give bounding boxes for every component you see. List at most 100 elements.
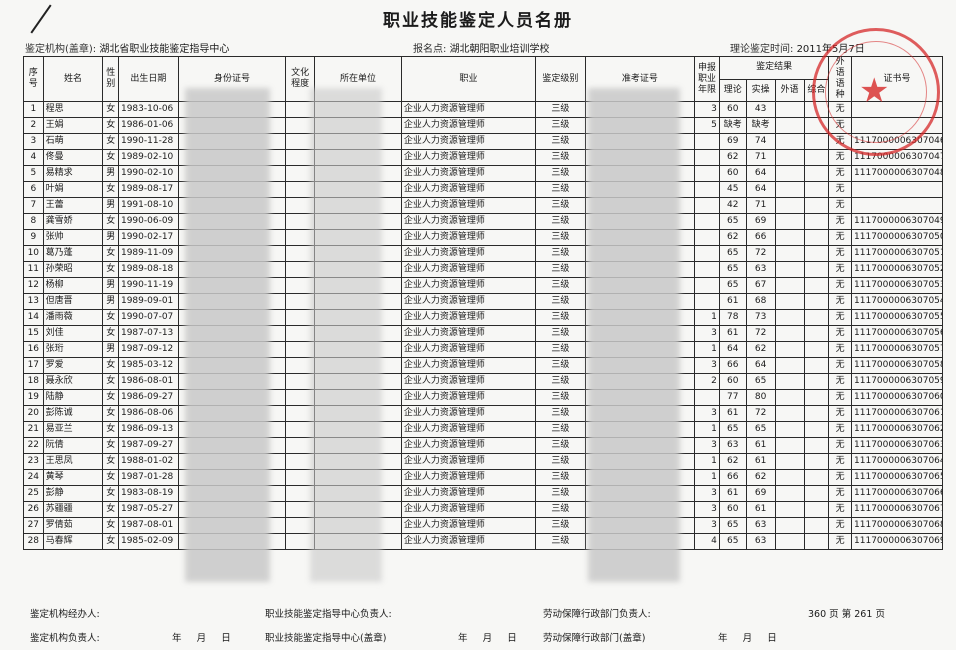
cell-years: [694, 213, 720, 230]
cell-seq: 25: [23, 485, 44, 502]
cell-years: [694, 165, 720, 182]
cell-empty: [803, 421, 830, 438]
cell-level: 三级: [535, 421, 586, 438]
date-year: 年: [172, 633, 182, 644]
cell-occ: 企业人力资源管理师: [400, 149, 537, 166]
cell-theory: 65: [718, 517, 747, 534]
cell-empty: [803, 245, 830, 262]
cell-seq: 10: [23, 245, 44, 262]
cell-dob: 1989-08-18: [117, 261, 179, 278]
col-dob: 出生日期: [117, 56, 179, 102]
cell-practice: 74: [745, 133, 776, 150]
cell-gender: 女: [102, 517, 119, 534]
cell-level: 三级: [535, 453, 586, 470]
cell-empty: [774, 293, 805, 310]
cell-name: 王娟: [42, 117, 104, 134]
cell-empty: [774, 101, 805, 118]
cell-dob: 1990-11-28: [117, 133, 179, 150]
cell-empty: [803, 341, 830, 358]
date-day: 日: [507, 633, 517, 644]
cell-occ: 企业人力资源管理师: [400, 517, 537, 534]
col-results: 鉴定结果: [718, 56, 830, 80]
cell-level: 三级: [535, 229, 586, 246]
cell-lang-type: 无: [828, 277, 853, 294]
cell-practice: 63: [745, 517, 776, 534]
cell-gender: 女: [102, 437, 119, 454]
cell-dob: 1989-02-10: [117, 149, 179, 166]
cell-years: [694, 261, 720, 278]
cell-empty: [774, 165, 805, 182]
cell-level: 三级: [535, 245, 586, 262]
cell-years: 3: [694, 501, 720, 518]
table-row: 25 彭静女 1983-08-19 企业人力资源管理师 三级 3 61 69 无 11170000…: [23, 485, 943, 502]
cell-practice: 69: [745, 485, 776, 502]
cell-level: 三级: [535, 405, 586, 422]
cell-lang-type: 无: [828, 197, 853, 214]
table-row: 28 马春辉女 1985-02-09 企业人力资源管理师 三级 4 65 63 无 1117000…: [23, 533, 943, 550]
cell-practice: 61: [745, 501, 776, 518]
table-row: 6 叶娟女 1989-08-17 企业人力资源管理师 三级 45 64 无: [23, 181, 943, 198]
cell-empty: [774, 517, 805, 534]
cell-name: 黄琴: [42, 469, 104, 486]
cell-occ: 企业人力资源管理师: [400, 261, 537, 278]
cell-practice: 68: [745, 293, 776, 310]
cell-dob: 1990-11-19: [117, 277, 179, 294]
table-row: 8 龚雪娇女 1990-06-09 企业人力资源管理师 三级 65 69 无 111700000…: [23, 213, 943, 230]
cell-lang-type: 无: [828, 229, 853, 246]
cell-level: 三级: [535, 517, 586, 534]
cell-empty: [803, 469, 830, 486]
cell-seq: 27: [23, 517, 44, 534]
cell-years: [694, 389, 720, 406]
date-month: 月: [742, 633, 753, 644]
cell-name: 潘雨薇: [42, 309, 104, 326]
table-row: 4 佟曼女 1989-02-10 企业人力资源管理师 三级 62 71 无 1117000006…: [23, 149, 943, 166]
cell-years: 5: [694, 117, 720, 134]
cell-empty: [774, 469, 805, 486]
page-number: 261: [854, 609, 873, 620]
cell-dob: 1985-03-12: [117, 357, 179, 374]
cell-level: 三级: [535, 181, 586, 198]
cell-name: 石萌: [42, 133, 104, 150]
cell-name: 罗倩茹: [42, 517, 104, 534]
cell-theory: 61: [718, 405, 747, 422]
cell-seq: 20: [23, 405, 44, 422]
cell-practice: 63: [745, 261, 776, 278]
cell-seq: 11: [23, 261, 44, 278]
cell-occ: 企业人力资源管理师: [400, 309, 537, 326]
cell-years: 3: [694, 517, 720, 534]
col-years: 申报职业年限: [694, 56, 720, 102]
table-row: 11 孙荣昭女 1989-08-18 企业人力资源管理师 三级 65 63 无 11170000…: [23, 261, 943, 278]
cell-cert: 1117000006307055: [851, 309, 943, 326]
cell-cert: 1117000006307069: [851, 533, 943, 550]
header-site: 报名点: 湖北朝阳职业培训学校: [413, 40, 550, 55]
cell-dob: 1986-08-01: [117, 373, 179, 390]
cell-empty: [774, 533, 805, 550]
cell-name: 葛乃蓬: [42, 245, 104, 262]
cell-theory: 60: [718, 101, 747, 118]
cell-dob: 1989-09-01: [117, 293, 179, 310]
cell-occ: 企业人力资源管理师: [400, 437, 537, 454]
cell-occ: 企业人力资源管理师: [400, 165, 537, 182]
cell-years: 1: [694, 341, 720, 358]
org-label: 鉴定机构(盖章):: [25, 44, 97, 55]
cell-seq: 9: [23, 229, 44, 246]
cell-empty: [803, 501, 830, 518]
cell-cert: 1117000006307067: [851, 501, 943, 518]
cell-cert: 1117000006307066: [851, 485, 943, 502]
redaction-id: [185, 88, 270, 582]
cell-theory: 60: [718, 373, 747, 390]
cell-occ: 企业人力资源管理师: [400, 421, 537, 438]
cell-name: 罗爱: [42, 357, 104, 374]
cell-gender: 男: [102, 293, 119, 310]
cell-cert: 1117000006307065: [851, 469, 943, 486]
cell-seq: 7: [23, 197, 44, 214]
cell-years: [694, 197, 720, 214]
cell-seq: 5: [23, 165, 44, 182]
cell-lang-type: 无: [828, 325, 853, 342]
cell-empty: [774, 261, 805, 278]
cell-dob: 1986-01-06: [117, 117, 179, 134]
table-row: 5 易精求男 1990-02-10 企业人力资源管理师 三级 60 64 无 111700000…: [23, 165, 943, 182]
cell-gender: 女: [102, 309, 119, 326]
cell-empty: [774, 501, 805, 518]
table-row: 26 苏疆疆女 1987-05-27 企业人力资源管理师 三级 3 60 61 无 1117000…: [23, 501, 943, 518]
